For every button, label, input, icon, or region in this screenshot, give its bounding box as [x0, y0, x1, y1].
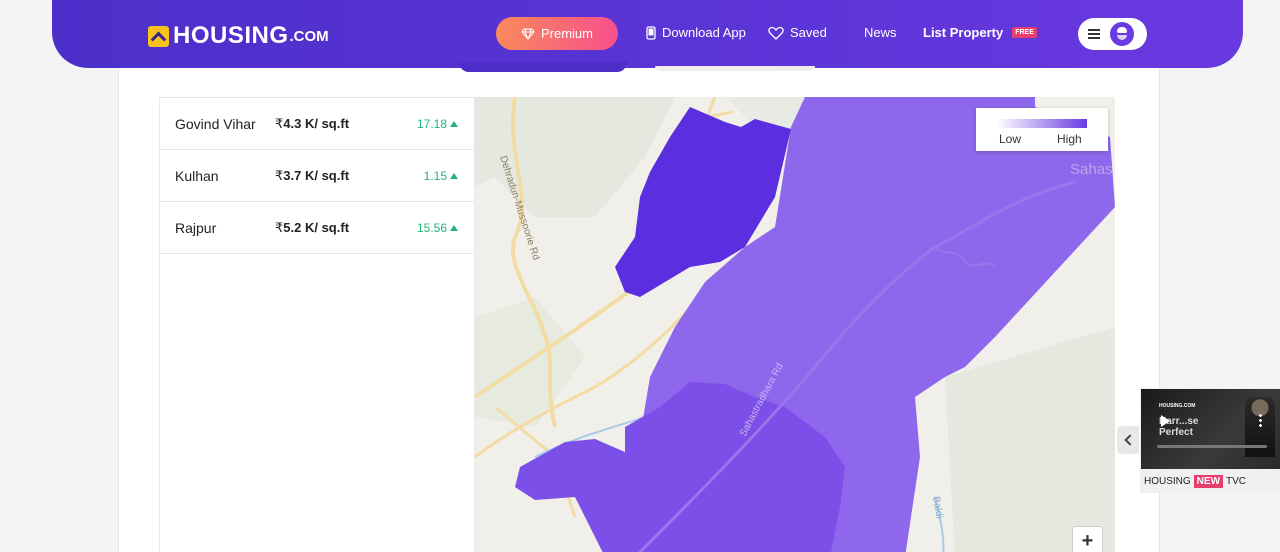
price-heatmap-map[interactable]: Dehradun-Mussoorie Rd Sahastradhara Rd B… — [475, 97, 1115, 552]
premium-button[interactable]: Premium — [496, 17, 618, 50]
locality-row[interactable]: Govind Vihar ₹4.3 K/ sq.ft 17.18 — [160, 98, 474, 150]
video-thumbnail[interactable]: HOUSING.COM Harr...se Perfect — [1141, 389, 1280, 469]
user-avatar-icon — [1110, 22, 1134, 46]
phone-icon — [646, 25, 656, 40]
place-label: Sahas — [1070, 161, 1113, 178]
heart-icon — [768, 26, 784, 40]
locality-name: Govind Vihar — [175, 115, 256, 132]
account-menu-button[interactable] — [1078, 18, 1147, 50]
locality-row[interactable]: Kulhan ₹3.7 K/ sq.ft 1.15 — [160, 150, 474, 202]
caption-brand: HOUSING — [1144, 476, 1191, 487]
caption-suffix: TVC — [1226, 476, 1247, 487]
housing-logo[interactable]: HOUSING .COM — [148, 22, 329, 50]
trend-up-icon — [450, 172, 458, 179]
locality-price: ₹3.7 K/ sq.ft — [275, 167, 350, 183]
locality-row[interactable]: Rajpur ₹5.2 K/ sq.ft 15.56 — [160, 202, 474, 254]
premium-label: Premium — [540, 26, 593, 41]
top-navbar: HOUSING .COM Premium Download App Saved … — [52, 0, 1243, 68]
thumb-person-image — [1245, 397, 1275, 457]
saved-label: Saved — [790, 25, 827, 40]
news-label: News — [864, 25, 897, 40]
hamburger-menu-icon — [1088, 29, 1100, 39]
zoom-in-button[interactable]: + — [1072, 526, 1103, 552]
news-link[interactable]: News — [864, 25, 897, 40]
free-badge: FREE — [1012, 27, 1037, 38]
logo-text: HOUSING — [173, 22, 289, 49]
locality-price-list: Govind Vihar ₹4.3 K/ sq.ft 17.18 Kulhan … — [159, 97, 475, 552]
chevron-left-icon — [1123, 434, 1136, 446]
diamond-icon — [521, 28, 535, 40]
active-tab-peek — [459, 62, 627, 72]
list-property-link[interactable]: List Property FREE — [923, 25, 1037, 40]
price-change: 15.56 — [417, 221, 458, 235]
more-options-icon[interactable] — [1259, 413, 1262, 427]
map-canvas: Dehradun-Mussoorie Rd Sahastradhara Rd B… — [475, 97, 1115, 552]
video-collapse-button[interactable] — [1117, 426, 1139, 454]
trend-up-icon — [450, 224, 458, 231]
logo-house-icon — [148, 25, 169, 47]
locality-name: Rajpur — [175, 219, 217, 236]
price-change: 1.15 — [424, 169, 458, 183]
legend-high-label: High — [1057, 132, 1082, 146]
inactive-tab-peek — [655, 66, 815, 71]
thumb-logo: HOUSING.COM — [1159, 403, 1196, 409]
map-legend: Low High — [976, 108, 1108, 151]
new-badge: NEW — [1193, 475, 1224, 488]
tvc-video-widget[interactable]: HOUSING.COM Harr...se Perfect HOUSING NE… — [1140, 388, 1280, 493]
list-property-label: List Property — [923, 25, 1004, 40]
download-app-label: Download App — [662, 25, 746, 40]
logo-suffix: .COM — [289, 27, 329, 45]
price-change: 17.18 — [417, 117, 458, 131]
trend-up-icon — [450, 120, 458, 127]
video-progress-bar[interactable] — [1157, 445, 1267, 448]
download-app-link[interactable]: Download App — [646, 25, 746, 40]
locality-price: ₹5.2 K/ sq.ft — [275, 219, 350, 235]
video-caption: HOUSING NEW TVC — [1144, 475, 1246, 488]
legend-low-label: Low — [999, 132, 1022, 146]
legend-gradient-bar — [997, 119, 1087, 128]
locality-price: ₹4.3 K/ sq.ft — [275, 115, 350, 131]
play-icon[interactable] — [1161, 415, 1170, 427]
locality-name: Kulhan — [175, 167, 219, 184]
saved-link[interactable]: Saved — [768, 25, 827, 40]
